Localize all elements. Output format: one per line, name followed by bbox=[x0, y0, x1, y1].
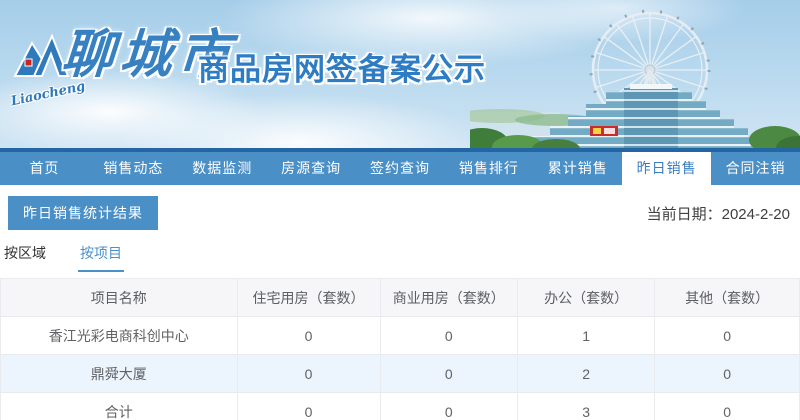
nav-item-data-monitoring[interactable]: 数据监测 bbox=[178, 152, 267, 185]
liaocheng-housing-portal: Liaocheng 聊城市 商品房网签备案公示 首页 销售动态 数据监测 房源查… bbox=[0, 0, 800, 420]
current-date: 当前日期：2024-2-20 bbox=[647, 203, 790, 224]
cell-value: 1 bbox=[517, 317, 654, 355]
nav-item-signing-query[interactable]: 签约查询 bbox=[356, 152, 445, 185]
banner-building-photo bbox=[470, 0, 800, 148]
col-commercial-units: 商业用房（套数） bbox=[380, 279, 517, 317]
col-residential-units: 住宅用房（套数） bbox=[237, 279, 380, 317]
nav-item-sales-dynamics[interactable]: 销售动态 bbox=[89, 152, 178, 185]
cell-value: 3 bbox=[517, 393, 654, 420]
table-header-row: 项目名称 住宅用房（套数） 商业用房（套数） 办公（套数） 其他（套数） bbox=[1, 279, 800, 317]
current-date-value: 2024-2-20 bbox=[722, 206, 790, 223]
nav-item-cumulative-sales[interactable]: 累计销售 bbox=[533, 152, 622, 185]
cell-value: 0 bbox=[655, 317, 800, 355]
cell-value: 2 bbox=[517, 355, 654, 393]
section-title-badge: 昨日销售统计结果 bbox=[8, 196, 158, 230]
table-row-total: 合计 0 0 3 0 bbox=[1, 393, 800, 420]
cell-value: 0 bbox=[380, 317, 517, 355]
site-subtitle: 商品房网签备案公示 bbox=[198, 44, 486, 89]
nav-item-home[interactable]: 首页 bbox=[0, 152, 89, 185]
cell-value: 0 bbox=[380, 355, 517, 393]
sales-stats-table: 项目名称 住宅用房（套数） 商业用房（套数） 办公（套数） 其他（套数） 香江光… bbox=[0, 278, 800, 420]
col-office-units: 办公（套数） bbox=[517, 279, 654, 317]
nav-item-yesterday-sales[interactable]: 昨日销售 bbox=[622, 152, 711, 185]
cell-value: 0 bbox=[655, 355, 800, 393]
nav-item-contract-cancel[interactable]: 合同注销 bbox=[711, 152, 800, 185]
nav-item-housing-query[interactable]: 房源查询 bbox=[267, 152, 356, 185]
table-row: 鼎舜大厦 0 0 2 0 bbox=[1, 355, 800, 393]
cell-value: 0 bbox=[237, 317, 380, 355]
cell-value: 0 bbox=[237, 355, 380, 393]
main-nav: 首页 销售动态 数据监测 房源查询 签约查询 销售排行 累计销售 昨日销售 合同… bbox=[0, 148, 800, 185]
col-other-units: 其他（套数） bbox=[655, 279, 800, 317]
cell-value: 0 bbox=[655, 393, 800, 420]
cell-project-name: 香江光彩电商科创中心 bbox=[1, 317, 238, 355]
cell-value: 0 bbox=[380, 393, 517, 420]
nav-item-sales-ranking[interactable]: 销售排行 bbox=[444, 152, 533, 185]
site-banner: Liaocheng 聊城市 商品房网签备案公示 bbox=[0, 0, 800, 148]
current-date-label: 当前日期： bbox=[647, 206, 722, 223]
table-row: 香江光彩电商科创中心 0 0 1 0 bbox=[1, 317, 800, 355]
cell-project-name: 鼎舜大厦 bbox=[1, 355, 238, 393]
cell-value: 0 bbox=[237, 393, 380, 420]
tab-by-project[interactable]: 按项目 bbox=[78, 243, 124, 272]
cell-total-label: 合计 bbox=[1, 393, 238, 420]
tab-by-region[interactable]: 按区域 bbox=[2, 243, 48, 272]
col-project-name: 项目名称 bbox=[1, 279, 238, 317]
view-tabs: 按区域 按项目 bbox=[2, 243, 800, 272]
